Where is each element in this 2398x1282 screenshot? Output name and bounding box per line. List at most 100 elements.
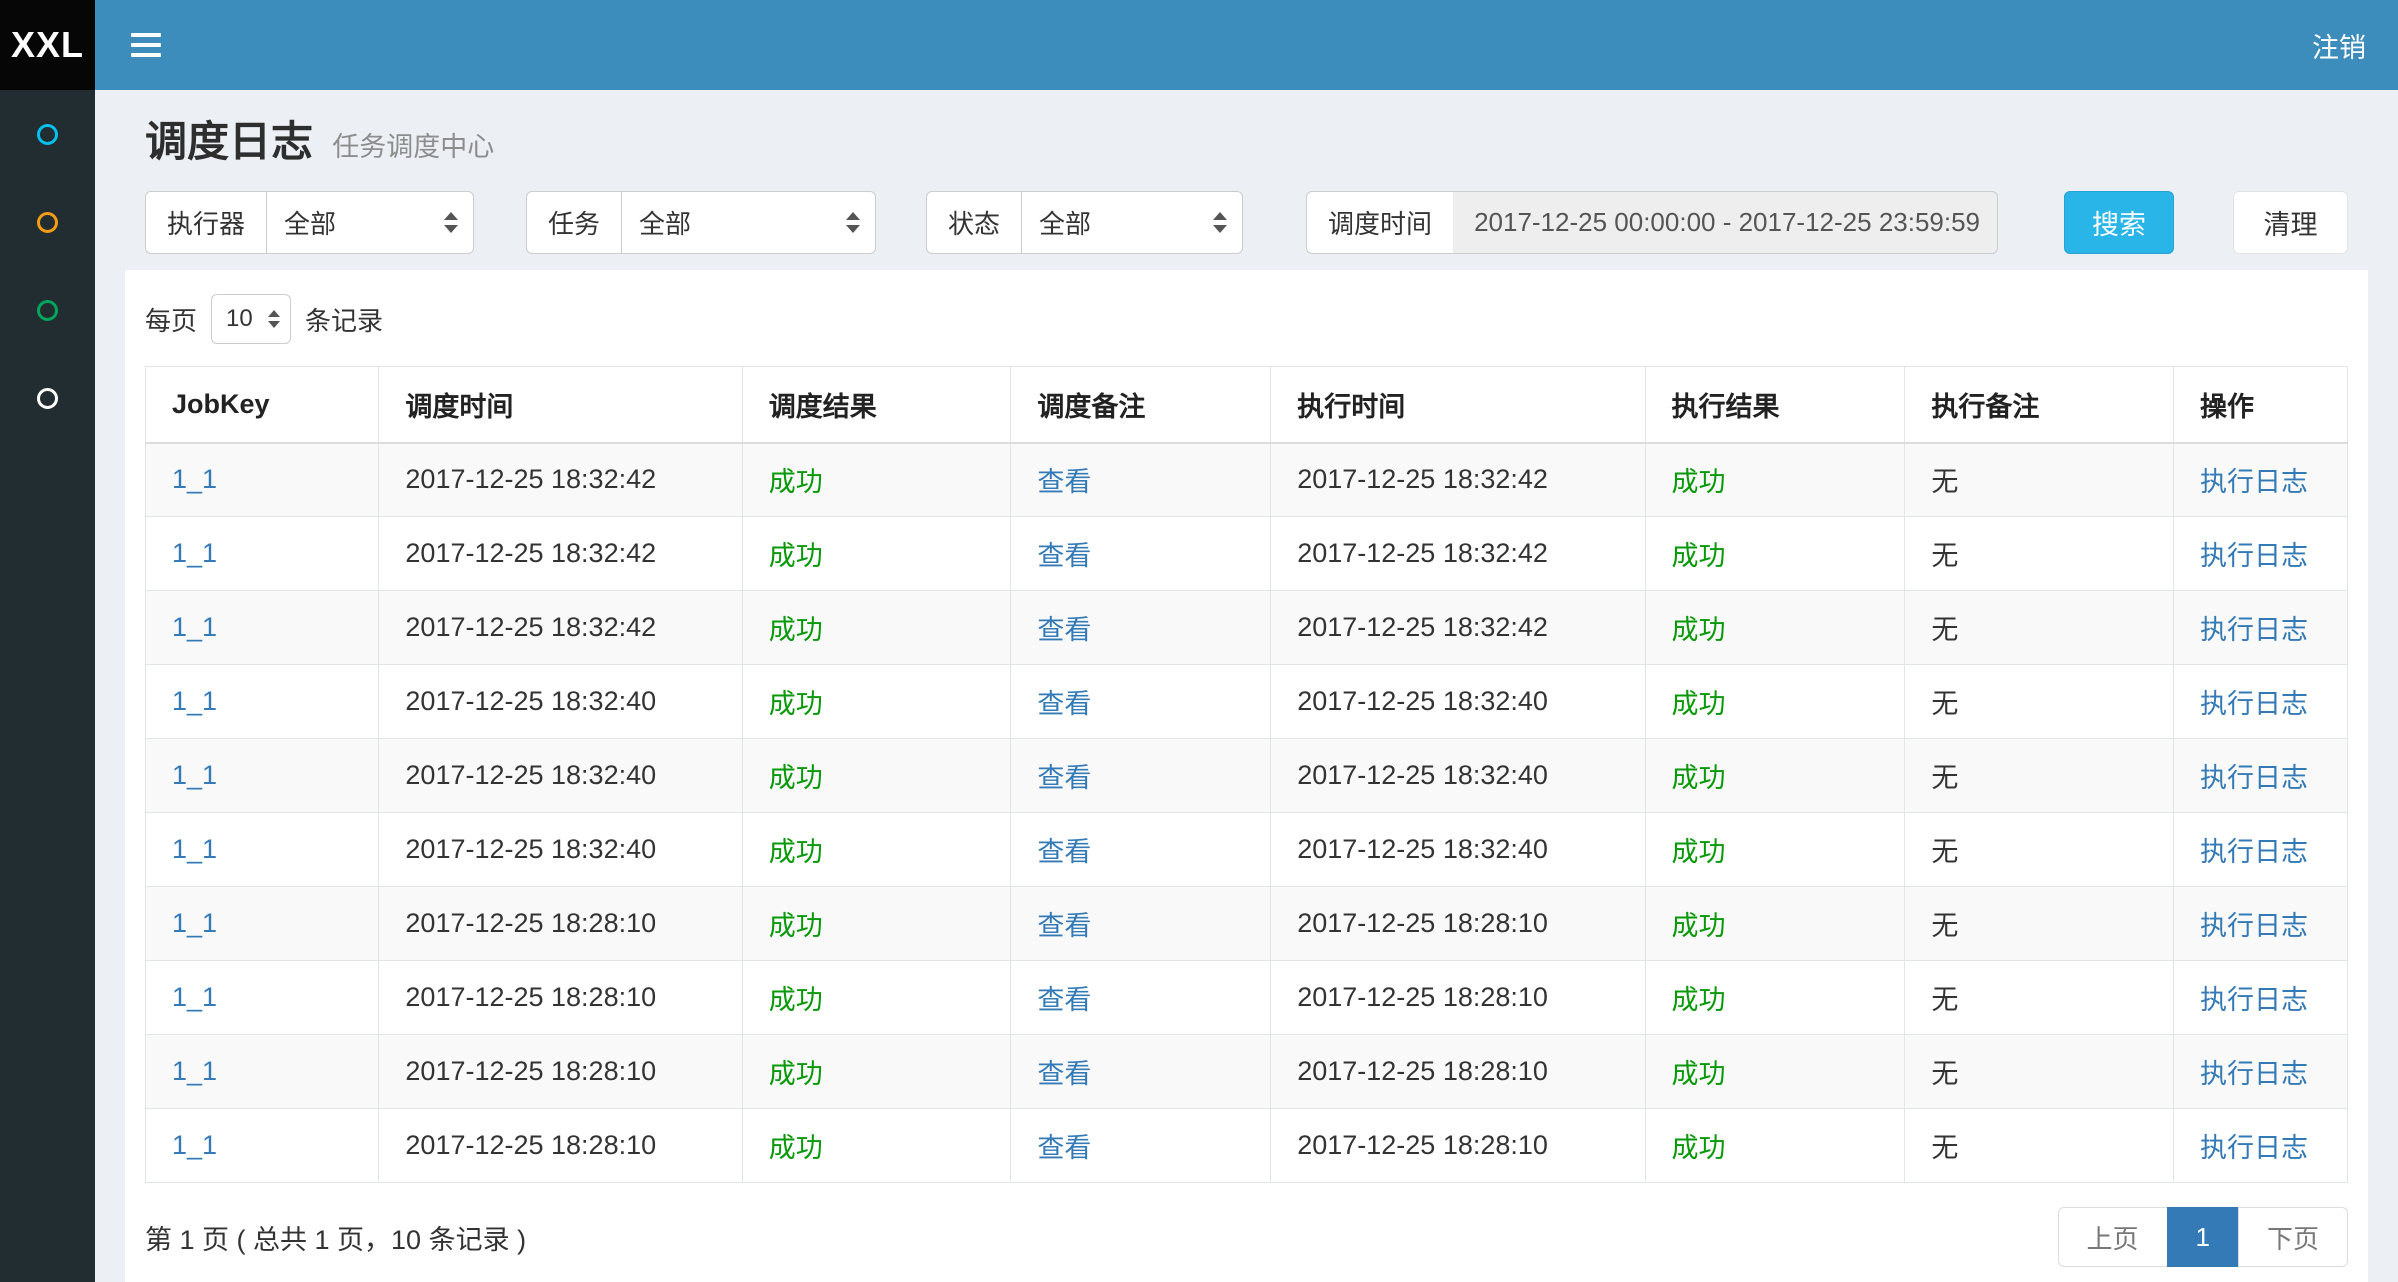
- filter-trigger-time-group: 调度时间 2017-12-25 00:00:00 - 2017-12-25 23…: [1306, 191, 1998, 254]
- handle-time-cell: 2017-12-25 18:32:42: [1271, 591, 1645, 665]
- pagination-prev-button[interactable]: 上页: [2058, 1207, 2168, 1267]
- execution-log-link[interactable]: 执行日志: [2200, 911, 2308, 941]
- trigger-result-text: 成功: [769, 615, 823, 645]
- log-table-row: 1_1 2017-12-25 18:32:42 成功 查看 2017-12-25…: [146, 443, 2348, 517]
- handle-time-cell: 2017-12-25 18:28:10: [1271, 961, 1645, 1035]
- sidebar-menu-item[interactable]: [0, 266, 95, 354]
- execution-log-link[interactable]: 执行日志: [2200, 1133, 2308, 1163]
- trigger-time-cell: 2017-12-25 18:32:40: [379, 813, 742, 887]
- trigger-remark-link[interactable]: 查看: [1037, 837, 1091, 867]
- trigger-remark-link[interactable]: 查看: [1037, 985, 1091, 1015]
- filter-job-group: 任务 全部: [526, 191, 876, 254]
- jobkey-link[interactable]: 1_1: [172, 686, 217, 716]
- handle-remark-cell: 无: [1905, 443, 2174, 517]
- handle-remark-cell: 无: [1905, 1035, 2174, 1109]
- filter-status-select[interactable]: 全部: [1021, 191, 1243, 254]
- filter-status-label: 状态: [926, 191, 1021, 254]
- pagination-page-button[interactable]: 1: [2167, 1207, 2239, 1267]
- circle-o-icon: [37, 388, 58, 409]
- handle-remark-cell: 无: [1905, 665, 2174, 739]
- execution-log-link[interactable]: 执行日志: [2200, 615, 2308, 645]
- trigger-remark-link[interactable]: 查看: [1037, 689, 1091, 719]
- execution-log-link[interactable]: 执行日志: [2200, 541, 2308, 571]
- clear-button[interactable]: 清理: [2233, 191, 2348, 254]
- trigger-remark-link[interactable]: 查看: [1037, 1133, 1091, 1163]
- jobkey-link[interactable]: 1_1: [172, 908, 217, 938]
- sidebar-menu-item[interactable]: [0, 354, 95, 442]
- handle-time-cell: 2017-12-25 18:32:40: [1271, 739, 1645, 813]
- page-content: 执行器 全部 任务 全部 状态 全部: [95, 191, 2398, 1282]
- col-header-trigger-result: 调度结果: [742, 367, 1011, 443]
- page-size-value: 10: [226, 305, 253, 333]
- page-header: 调度日志 任务调度中心: [95, 90, 2398, 187]
- jobkey-link[interactable]: 1_1: [172, 612, 217, 642]
- filter-status-group: 状态 全部: [926, 191, 1243, 254]
- log-table: JobKey 调度时间 调度结果 调度备注 执行时间 执行结果 执行备注 操作 …: [145, 366, 2348, 1183]
- trigger-remark-link[interactable]: 查看: [1037, 615, 1091, 645]
- col-header-jobkey: JobKey: [146, 367, 379, 443]
- trigger-result-text: 成功: [769, 467, 823, 497]
- table-footer: 第 1 页 ( 总共 1 页，10 条记录 ) 上页 1 下页: [145, 1207, 2348, 1267]
- log-table-row: 1_1 2017-12-25 18:32:42 成功 查看 2017-12-25…: [146, 591, 2348, 665]
- execution-log-link[interactable]: 执行日志: [2200, 467, 2308, 497]
- handle-result-text: 成功: [1672, 985, 1726, 1015]
- trigger-result-text: 成功: [769, 689, 823, 719]
- col-header-action: 操作: [2174, 367, 2348, 443]
- log-table-row: 1_1 2017-12-25 18:28:10 成功 查看 2017-12-25…: [146, 961, 2348, 1035]
- logout-link[interactable]: 注销: [2312, 26, 2366, 65]
- trigger-time-range-input[interactable]: 2017-12-25 00:00:00 - 2017-12-25 23:59:5…: [1453, 191, 1998, 254]
- trigger-result-text: 成功: [769, 763, 823, 793]
- col-header-handle-remark: 执行备注: [1905, 367, 2174, 443]
- jobkey-link[interactable]: 1_1: [172, 982, 217, 1012]
- page-subtitle: 任务调度中心: [332, 132, 494, 162]
- handle-time-cell: 2017-12-25 18:28:10: [1271, 1109, 1645, 1183]
- filter-job-select[interactable]: 全部: [621, 191, 876, 254]
- trigger-remark-link[interactable]: 查看: [1037, 1059, 1091, 1089]
- handle-time-cell: 2017-12-25 18:28:10: [1271, 1035, 1645, 1109]
- col-header-trigger-time: 调度时间: [379, 367, 742, 443]
- page-size-select[interactable]: 10: [211, 294, 291, 344]
- handle-result-text: 成功: [1672, 541, 1726, 571]
- sidebar-menu-item[interactable]: [0, 90, 95, 178]
- search-button[interactable]: 搜索: [2064, 191, 2174, 254]
- sidebar-toggle-button[interactable]: [125, 23, 167, 67]
- trigger-remark-link[interactable]: 查看: [1037, 763, 1091, 793]
- trigger-remark-link[interactable]: 查看: [1037, 467, 1091, 497]
- trigger-time-cell: 2017-12-25 18:32:40: [379, 665, 742, 739]
- trigger-remark-link[interactable]: 查看: [1037, 541, 1091, 571]
- jobkey-link[interactable]: 1_1: [172, 760, 217, 790]
- jobkey-link[interactable]: 1_1: [172, 1056, 217, 1086]
- filter-executor-select[interactable]: 全部: [266, 191, 474, 254]
- handle-result-text: 成功: [1672, 911, 1726, 941]
- jobkey-link[interactable]: 1_1: [172, 1130, 217, 1160]
- execution-log-link[interactable]: 执行日志: [2200, 985, 2308, 1015]
- filter-executor-group: 执行器 全部: [145, 191, 474, 254]
- execution-log-link[interactable]: 执行日志: [2200, 837, 2308, 867]
- trigger-remark-link[interactable]: 查看: [1037, 911, 1091, 941]
- hamburger-icon: [131, 33, 161, 37]
- log-table-row: 1_1 2017-12-25 18:28:10 成功 查看 2017-12-25…: [146, 1035, 2348, 1109]
- execution-log-link[interactable]: 执行日志: [2200, 1059, 2308, 1089]
- filter-bar: 执行器 全部 任务 全部 状态 全部: [125, 191, 2368, 254]
- hamburger-icon: [131, 43, 161, 47]
- pagination-next-button[interactable]: 下页: [2238, 1207, 2348, 1267]
- trigger-result-text: 成功: [769, 911, 823, 941]
- trigger-time-cell: 2017-12-25 18:28:10: [379, 887, 742, 961]
- col-header-handle-time: 执行时间: [1271, 367, 1645, 443]
- app-logo[interactable]: XXL: [0, 0, 95, 90]
- trigger-time-cell: 2017-12-25 18:32:42: [379, 443, 742, 517]
- log-table-row: 1_1 2017-12-25 18:32:40 成功 查看 2017-12-25…: [146, 739, 2348, 813]
- filter-trigger-time-label: 调度时间: [1306, 191, 1453, 254]
- handle-result-text: 成功: [1672, 1133, 1726, 1163]
- table-header-row: JobKey 调度时间 调度结果 调度备注 执行时间 执行结果 执行备注 操作: [146, 367, 2348, 443]
- jobkey-link[interactable]: 1_1: [172, 834, 217, 864]
- jobkey-link[interactable]: 1_1: [172, 538, 217, 568]
- jobkey-link[interactable]: 1_1: [172, 464, 217, 494]
- page-size-control: 每页 10 条记录: [145, 294, 2348, 344]
- execution-log-link[interactable]: 执行日志: [2200, 763, 2308, 793]
- trigger-result-text: 成功: [769, 1133, 823, 1163]
- circle-o-icon: [37, 124, 58, 145]
- execution-log-link[interactable]: 执行日志: [2200, 689, 2308, 719]
- handle-remark-cell: 无: [1905, 961, 2174, 1035]
- sidebar-menu-item[interactable]: [0, 178, 95, 266]
